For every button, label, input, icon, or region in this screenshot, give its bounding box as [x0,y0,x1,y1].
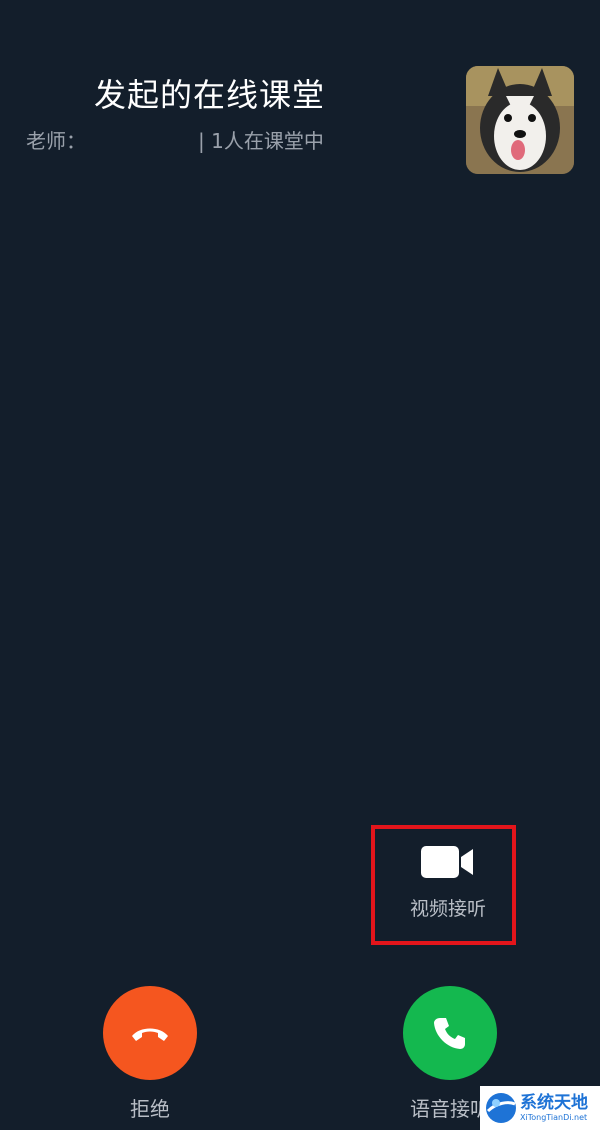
watermark-text: 系统天地 [520,1093,588,1113]
hang-up-icon [132,1028,168,1041]
watermark: 系统天地 XiTongTianDi.net [480,1086,600,1130]
voice-answer-button[interactable] [403,986,497,1080]
participant-status: | 1人在课堂中 [198,129,324,153]
watermark-subtext: XiTongTianDi.net [520,1113,588,1122]
video-camera-icon [421,846,473,878]
reject-button[interactable] [103,986,197,1080]
video-answer-label: 视频接听 [409,898,486,920]
voice-answer-label: 语音接听 [410,1097,490,1121]
page-title: 发起的在线课堂 [94,76,326,114]
reject-label: 拒绝 [130,1097,170,1121]
dog-avatar-image [466,66,574,174]
video-answer-button[interactable]: 视频接听 [393,846,503,942]
phone-icon [434,1018,465,1049]
globe-logo-icon [486,1093,516,1123]
teacher-label: 老师： [26,129,86,153]
avatar [466,66,574,174]
